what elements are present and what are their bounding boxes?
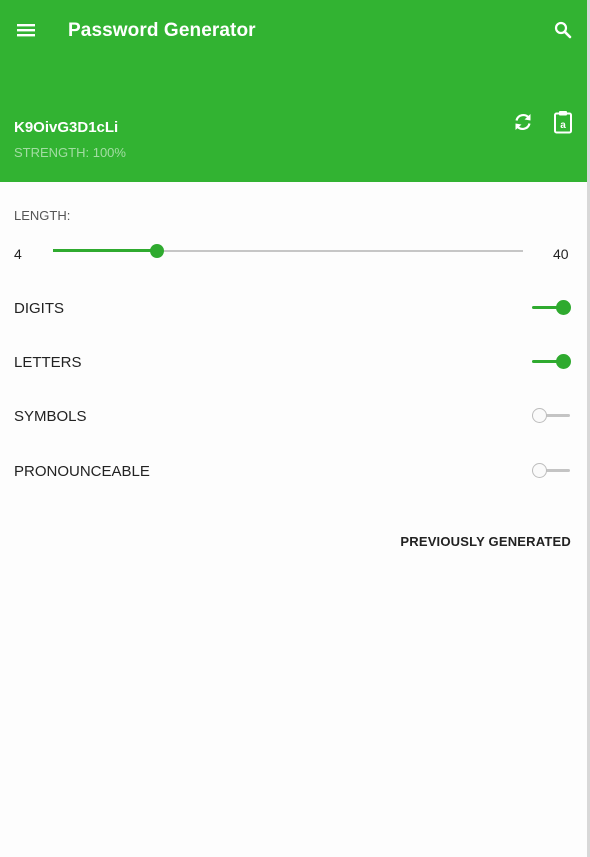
search-button[interactable] (545, 14, 581, 50)
toggle-knob (556, 354, 571, 369)
pronounceable-toggle[interactable] (530, 460, 574, 482)
search-icon (554, 21, 572, 44)
digits-toggle[interactable] (530, 297, 574, 319)
slider-thumb[interactable] (150, 244, 165, 258)
length-label: LENGTH: (14, 208, 71, 223)
previously-generated-button[interactable]: PREVIOUSLY GENERATED (400, 534, 571, 549)
refresh-icon (512, 111, 534, 138)
hamburger-menu-icon (16, 22, 36, 43)
page-title: Password Generator (68, 20, 256, 41)
svg-text:a: a (560, 120, 566, 131)
length-slider[interactable] (53, 238, 523, 264)
generated-password: K9OivG3D1cLi (14, 119, 119, 136)
clipboard-icon: a (553, 110, 573, 139)
refresh-button[interactable] (506, 107, 540, 141)
toggle-knob (532, 463, 547, 478)
slider-fill (53, 249, 158, 252)
menu-button[interactable] (8, 14, 44, 50)
option-label-digits: DIGITS (14, 300, 65, 317)
option-label-pronounceable: PRONOUNCEABLE (14, 463, 150, 480)
length-min-value: 4 (14, 246, 22, 262)
toggle-knob (556, 300, 571, 315)
length-max-value: 40 (553, 246, 569, 262)
option-label-letters: LETTERS (14, 354, 82, 371)
toggle-knob (532, 408, 547, 423)
copy-button[interactable]: a (546, 105, 580, 143)
symbols-toggle[interactable] (530, 405, 574, 427)
strength-text: STRENGTH: 100% (14, 145, 126, 160)
option-label-symbols: SYMBOLS (14, 408, 87, 425)
app-screen: Password Generator K9OivG3D1cLi STRENGTH… (0, 0, 590, 857)
app-header: Password Generator K9OivG3D1cLi STRENGTH… (0, 0, 587, 182)
letters-toggle[interactable] (530, 351, 574, 373)
